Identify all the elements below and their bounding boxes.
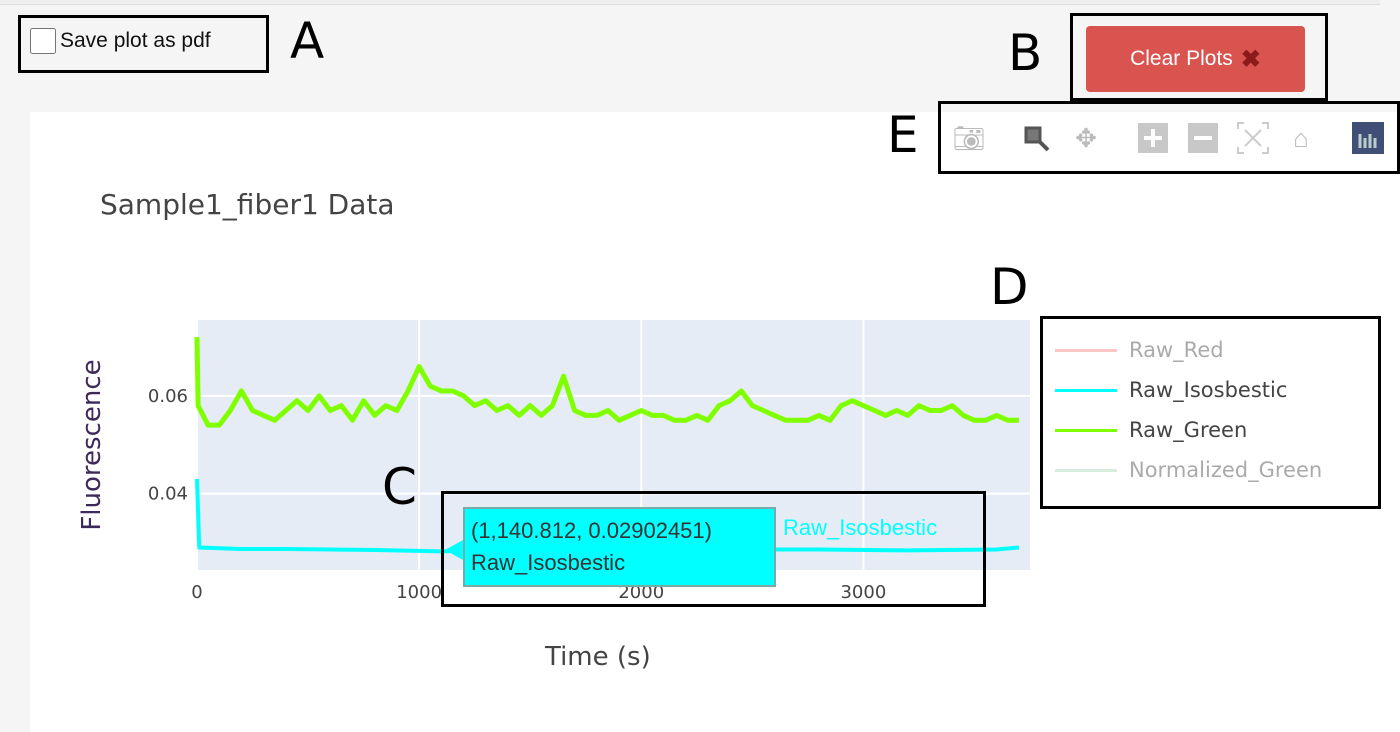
x-axis-title: Time (s) [545,642,651,672]
x-tick-label: 0 [191,582,202,603]
y-tick-label: 0.06 [148,386,188,407]
x-tick-label: 1000 [396,582,442,603]
y-axis-title: Fluorescence [77,359,107,531]
annotation-box-d [1040,316,1381,509]
y-tick-label: 0.04 [148,484,188,505]
annotation-d: D [990,258,1029,316]
annotation-box-c [441,491,986,607]
annotation-c: C [382,458,417,516]
